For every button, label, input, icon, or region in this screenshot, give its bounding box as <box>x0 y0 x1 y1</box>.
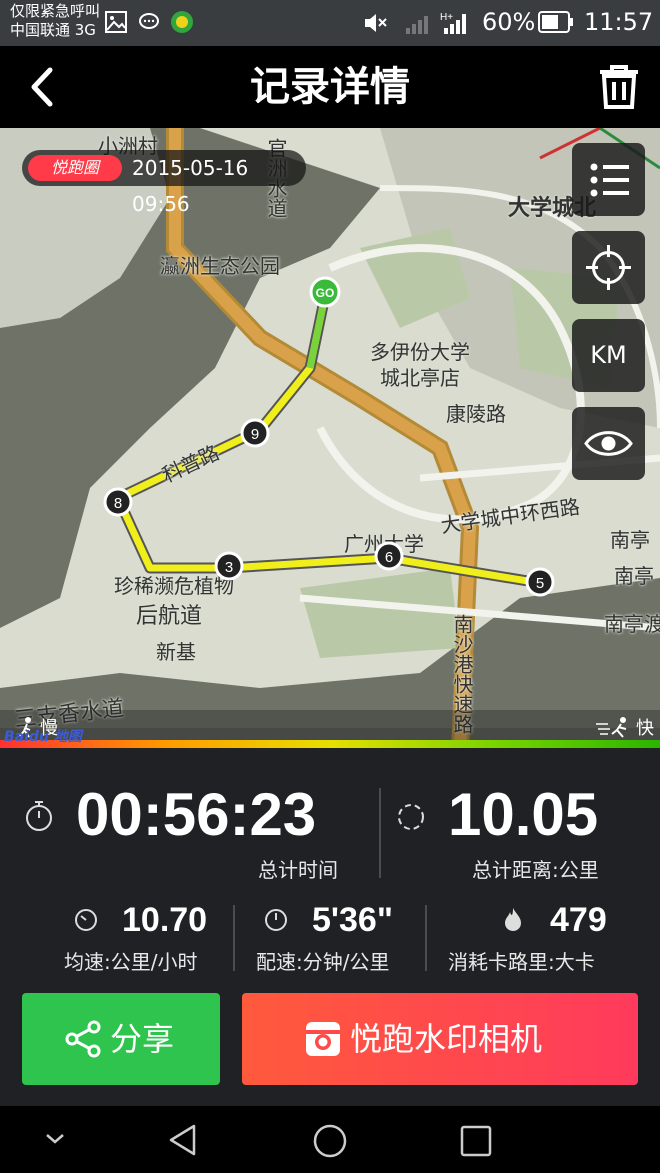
home-nav-icon[interactable] <box>312 1123 348 1159</box>
delete-button[interactable] <box>596 64 642 110</box>
svg-text:8: 8 <box>114 495 122 512</box>
emergency-call-text: 仅限紧急呼叫 <box>10 2 101 20</box>
image-icon <box>105 11 127 33</box>
battery-percent: 60% <box>482 8 536 36</box>
camera-icon <box>306 1022 340 1056</box>
eye-icon <box>584 431 633 456</box>
status-bar: 仅限紧急呼叫 中国联通 3G H+ 60% 11:57 <box>0 0 660 46</box>
km-marker[interactable]: 9 <box>240 418 270 448</box>
start-marker-label: GO <box>316 286 335 300</box>
pace-icon <box>265 909 287 931</box>
app-header: 记录详情 <box>0 46 660 128</box>
avg-speed-label: 均速:公里/小时 <box>64 950 198 974</box>
fast-label: 快 <box>636 718 654 739</box>
watermark-camera-label: 悦跑水印相机 <box>350 1020 543 1058</box>
calories-value: 479 <box>550 901 607 939</box>
page-title: 记录详情 <box>250 64 410 110</box>
back-button[interactable] <box>22 64 68 110</box>
back-icon <box>31 67 53 107</box>
svg-text:H+: H+ <box>440 12 453 23</box>
svg-text:9: 9 <box>251 426 259 443</box>
list-icon <box>590 163 629 197</box>
route-markers: GO 9 8 3 6 5 <box>103 276 555 597</box>
share-button[interactable]: 分享 <box>22 993 220 1085</box>
run-stats-panel: 00:56:23 总计时间 10.05 总计距离:公里 10.70 均速:公里/… <box>0 748 660 1106</box>
total-distance-label: 总计距离:公里 <box>472 858 599 882</box>
km-marker[interactable]: 3 <box>214 551 244 581</box>
flame-icon <box>505 908 521 931</box>
locate-button[interactable] <box>572 231 645 304</box>
svg-text:3: 3 <box>225 559 233 576</box>
svg-text:6: 6 <box>385 549 393 566</box>
calories-label: 消耗卡路里:大卡 <box>448 950 595 974</box>
mute-icon <box>365 14 387 32</box>
total-time-label: 总计时间 <box>258 858 338 882</box>
run-stamp: 悦跑圈 2015-05-16 09:56 <box>22 150 306 216</box>
pace-value: 5'36" <box>312 901 393 939</box>
run-datetime: 2015-05-16 09:56 <box>132 156 249 216</box>
app-icon <box>171 11 193 33</box>
total-distance-value: 10.05 <box>448 781 599 848</box>
watermark-camera-button[interactable]: 悦跑水印相机 <box>242 993 638 1085</box>
avg-speed-value: 10.70 <box>122 901 208 939</box>
unit-toggle-button[interactable]: KM <box>572 319 645 392</box>
km-marker[interactable]: 5 <box>525 567 555 597</box>
stat-divider <box>425 905 427 971</box>
signal-icon: H+ <box>406 12 466 34</box>
stopwatch-icon <box>26 801 52 831</box>
pace-label: 配速:分钟/公里 <box>256 950 390 974</box>
battery-icon <box>538 11 573 33</box>
stat-divider <box>233 905 235 971</box>
distance-icon <box>398 804 424 830</box>
route-map[interactable]: 小洲村 官洲水道 大学城北 瀛洲生态公园 多伊份大学 城北亭店 康陵路 科普路 … <box>0 128 660 748</box>
stat-divider <box>379 788 381 878</box>
route-list-button[interactable] <box>572 143 645 216</box>
map-provider-logo: Baidu 地图 <box>4 729 82 745</box>
back-nav-icon[interactable] <box>166 1123 200 1157</box>
trash-icon <box>600 65 638 109</box>
visibility-button[interactable] <box>572 407 645 480</box>
chat-icon <box>139 13 159 29</box>
km-marker[interactable]: 6 <box>374 541 404 571</box>
share-label: 分享 <box>110 1020 175 1058</box>
collapse-icon[interactable] <box>44 1132 66 1146</box>
svg-text:5: 5 <box>536 575 544 592</box>
app-badge: 悦跑圈 <box>28 155 122 181</box>
km-marker[interactable]: 8 <box>103 487 133 517</box>
crosshair-icon <box>586 245 631 290</box>
speed-gradient <box>0 740 660 748</box>
carrier-text: 中国联通 3G <box>10 21 96 39</box>
runner-icon <box>596 717 627 738</box>
recents-nav-icon[interactable] <box>460 1125 492 1157</box>
system-nav-bar <box>0 1106 660 1173</box>
total-time-value: 00:56:23 <box>76 781 317 848</box>
clock: 11:57 <box>584 8 654 36</box>
start-marker[interactable]: GO <box>309 276 341 308</box>
share-icon <box>65 1020 101 1058</box>
speedometer-icon <box>75 909 97 931</box>
unit-label: KM <box>590 341 627 369</box>
